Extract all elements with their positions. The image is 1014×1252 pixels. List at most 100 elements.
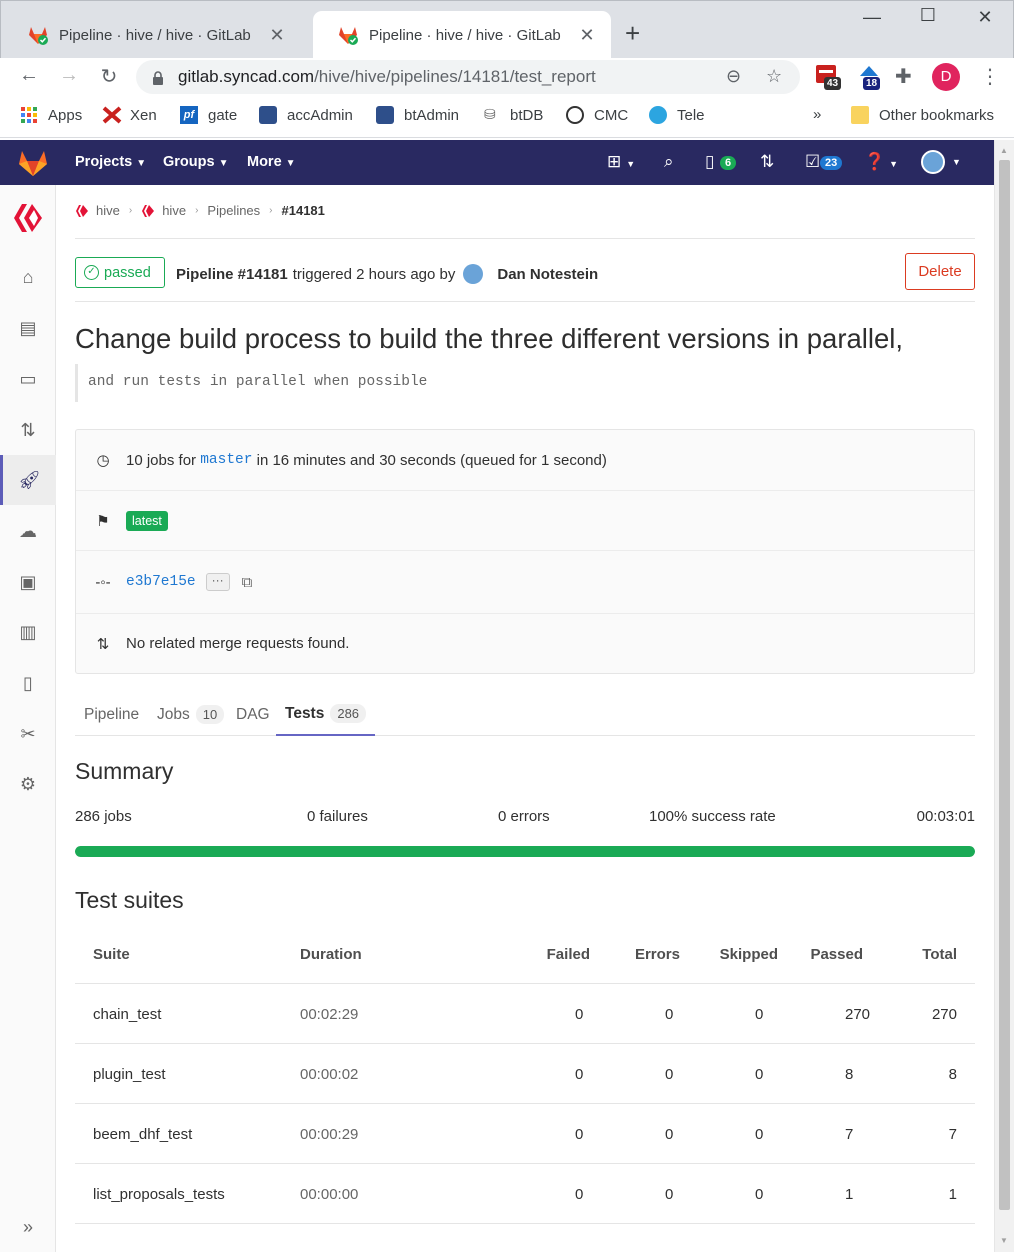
issues-icon[interactable]: ▯	[705, 152, 714, 172]
user-avatar[interactable]	[921, 150, 945, 174]
extension-badge: 18	[863, 77, 881, 90]
project-overview-icon[interactable]: ⌂	[0, 252, 56, 302]
breadcrumb-pipelines[interactable]: Pipelines	[207, 203, 260, 218]
merge-requests-icon[interactable]: ⇅	[0, 405, 56, 455]
snippets-scissors-icon[interactable]: ✂	[0, 709, 56, 759]
new-tab-icon[interactable]: +	[625, 20, 640, 46]
table-row[interactable]: plugin_test 00:00:02 0 0 0 8 8	[75, 1044, 975, 1104]
browser-tab-2[interactable]: Pipeline · hive / hive · GitLab ✕	[313, 11, 611, 59]
close-tab-icon[interactable]: ✕	[267, 25, 287, 46]
url-path: /hive/hive/pipelines/14181/test_report	[314, 67, 596, 86]
bookmark-label: btAdmin	[404, 106, 460, 124]
back-icon[interactable]: ←	[16, 64, 42, 87]
ci-cd-rocket-icon[interactable]: 🚀︎	[0, 455, 56, 505]
suite-name: list_proposals_tests	[93, 1186, 225, 1203]
page-scrollbar[interactable]: ▲ ▼	[994, 140, 1014, 1252]
calendar-extension-icon[interactable]: 43	[814, 62, 842, 90]
branch-link[interactable]: master	[200, 452, 252, 468]
nav-projects[interactable]: Projects ▼	[75, 154, 146, 170]
forward-icon[interactable]: →	[56, 64, 82, 87]
hive-project-avatar[interactable]	[0, 193, 56, 243]
extensions-puzzle-icon[interactable]: ✚	[895, 64, 923, 92]
maximize-icon[interactable]: ☐	[908, 5, 948, 26]
analytics-icon[interactable]: ▥	[0, 607, 56, 657]
breadcrumb: hive › hive › Pipelines › #14181	[75, 203, 325, 218]
address-bar[interactable]: gitlab.syncad.com/hive/hive/pipelines/14…	[136, 60, 800, 94]
wiki-icon[interactable]: ▯	[0, 658, 56, 708]
table-cell: 7	[948, 1126, 957, 1143]
chevron-down-icon: ▼	[218, 158, 229, 169]
collapse-sidebar-icon[interactable]: »	[0, 1202, 56, 1252]
status-badge[interactable]: ✓ passed	[75, 257, 165, 288]
bookmark-apps[interactable]: Apps	[20, 106, 82, 124]
close-window-icon[interactable]: ✕	[965, 7, 1005, 28]
minimize-icon[interactable]: —	[852, 7, 892, 28]
column-header: Duration	[300, 946, 362, 963]
packages-icon[interactable]: ▣	[0, 557, 56, 607]
chevron-down-icon[interactable]: ▼	[952, 157, 961, 167]
merge-requests-icon[interactable]: ⇅	[760, 152, 774, 172]
bookmark-gate[interactable]: pf gate	[180, 106, 237, 124]
scroll-down-icon[interactable]: ▼	[1000, 1236, 1008, 1245]
bookmarks-overflow[interactable]: »	[813, 106, 821, 123]
gitlab-logo-icon[interactable]	[18, 149, 48, 177]
chrome-menu-icon[interactable]: ⋮	[980, 64, 1008, 92]
nav-groups[interactable]: Groups ▼	[163, 154, 228, 170]
breadcrumb-group[interactable]: hive	[96, 203, 120, 218]
bookmark-btdb[interactable]: ⛁ btDB	[484, 106, 543, 124]
table-cell: 8	[948, 1066, 957, 1083]
bookmark-cmc[interactable]: CMC	[566, 106, 628, 124]
bookmark-other[interactable]: Other bookmarks	[851, 106, 994, 124]
repository-icon[interactable]: ▤	[0, 303, 56, 353]
gitlab-favicon-icon	[27, 24, 49, 46]
tab-jobs[interactable]: Jobs 10	[157, 693, 225, 736]
delete-button[interactable]: Delete	[905, 253, 975, 290]
close-tab-icon[interactable]: ✕	[577, 25, 597, 46]
browser-tab-1[interactable]: Pipeline · hive / hive · GitLab ✕	[3, 11, 301, 59]
chevron-right-icon: ›	[195, 205, 199, 216]
nav-label: Projects	[75, 154, 133, 170]
tags-row: ⚑ latest	[76, 491, 974, 551]
new-item-icon[interactable]: ⊞ ▼	[607, 152, 635, 172]
bookmark-accadmin[interactable]: accAdmin	[259, 106, 353, 124]
table-row[interactable]: chain_test 00:02:29 0 0 0 270 270	[75, 984, 975, 1044]
suite-name: plugin_test	[93, 1066, 166, 1083]
cmc-icon	[566, 106, 584, 124]
help-icon[interactable]: ❓ ▼	[864, 152, 898, 172]
telegram-icon	[649, 106, 667, 124]
settings-gear-icon[interactable]: ⚙	[0, 759, 56, 809]
scroll-up-icon[interactable]: ▲	[1000, 146, 1008, 155]
breadcrumb-current[interactable]: #14181	[282, 203, 325, 218]
progress-fill	[75, 846, 975, 857]
reload-icon[interactable]: ↻	[96, 64, 122, 89]
nav-more[interactable]: More ▼	[247, 154, 296, 170]
author-avatar[interactable]	[463, 264, 484, 284]
zoom-icon[interactable]: ⊖	[726, 66, 741, 87]
tab-pipeline[interactable]: Pipeline	[84, 693, 139, 736]
todos-icon[interactable]: ☑	[805, 152, 820, 172]
star-icon[interactable]: ☆	[766, 66, 782, 87]
scrollbar-thumb[interactable]	[999, 160, 1010, 1210]
breadcrumb-project[interactable]: hive	[162, 203, 186, 218]
bookmark-btadmin[interactable]: btAdmin	[376, 106, 459, 124]
operations-icon[interactable]: ☁	[0, 506, 56, 556]
browser-tab-title: Pipeline · hive / hive · GitLab	[369, 26, 561, 44]
bookmarks-bar: Apps Xen pf gate accAdmin btAdmin ⛁ btDB…	[0, 96, 1014, 138]
tab-label: Pipeline	[84, 705, 140, 723]
extension-icon[interactable]: 18	[857, 62, 885, 90]
bookmark-label: Tele	[677, 106, 705, 124]
tab-tests[interactable]: Tests 286	[276, 693, 376, 736]
bookmark-label: accAdmin	[287, 106, 353, 124]
author-name[interactable]: Dan Notestein	[497, 266, 598, 283]
toggle-description-button[interactable]: ···	[205, 573, 230, 591]
bookmark-xen[interactable]: Xen	[102, 106, 157, 124]
copy-clipboard-icon[interactable]: ⧉	[242, 574, 253, 591]
bookmark-tele[interactable]: Tele	[649, 106, 705, 124]
issues-icon[interactable]: ▭	[0, 354, 56, 404]
tab-dag[interactable]: DAG	[236, 693, 270, 736]
table-row[interactable]: list_proposals_tests 00:00:00 0 0 0 1 1	[75, 1164, 975, 1224]
search-icon[interactable]: ⌕	[664, 152, 674, 172]
commit-sha-link[interactable]: e3b7e15e	[126, 574, 196, 590]
table-row[interactable]: beem_dhf_test 00:00:29 0 0 0 7 7	[75, 1104, 975, 1164]
profile-avatar[interactable]: D	[932, 63, 960, 91]
